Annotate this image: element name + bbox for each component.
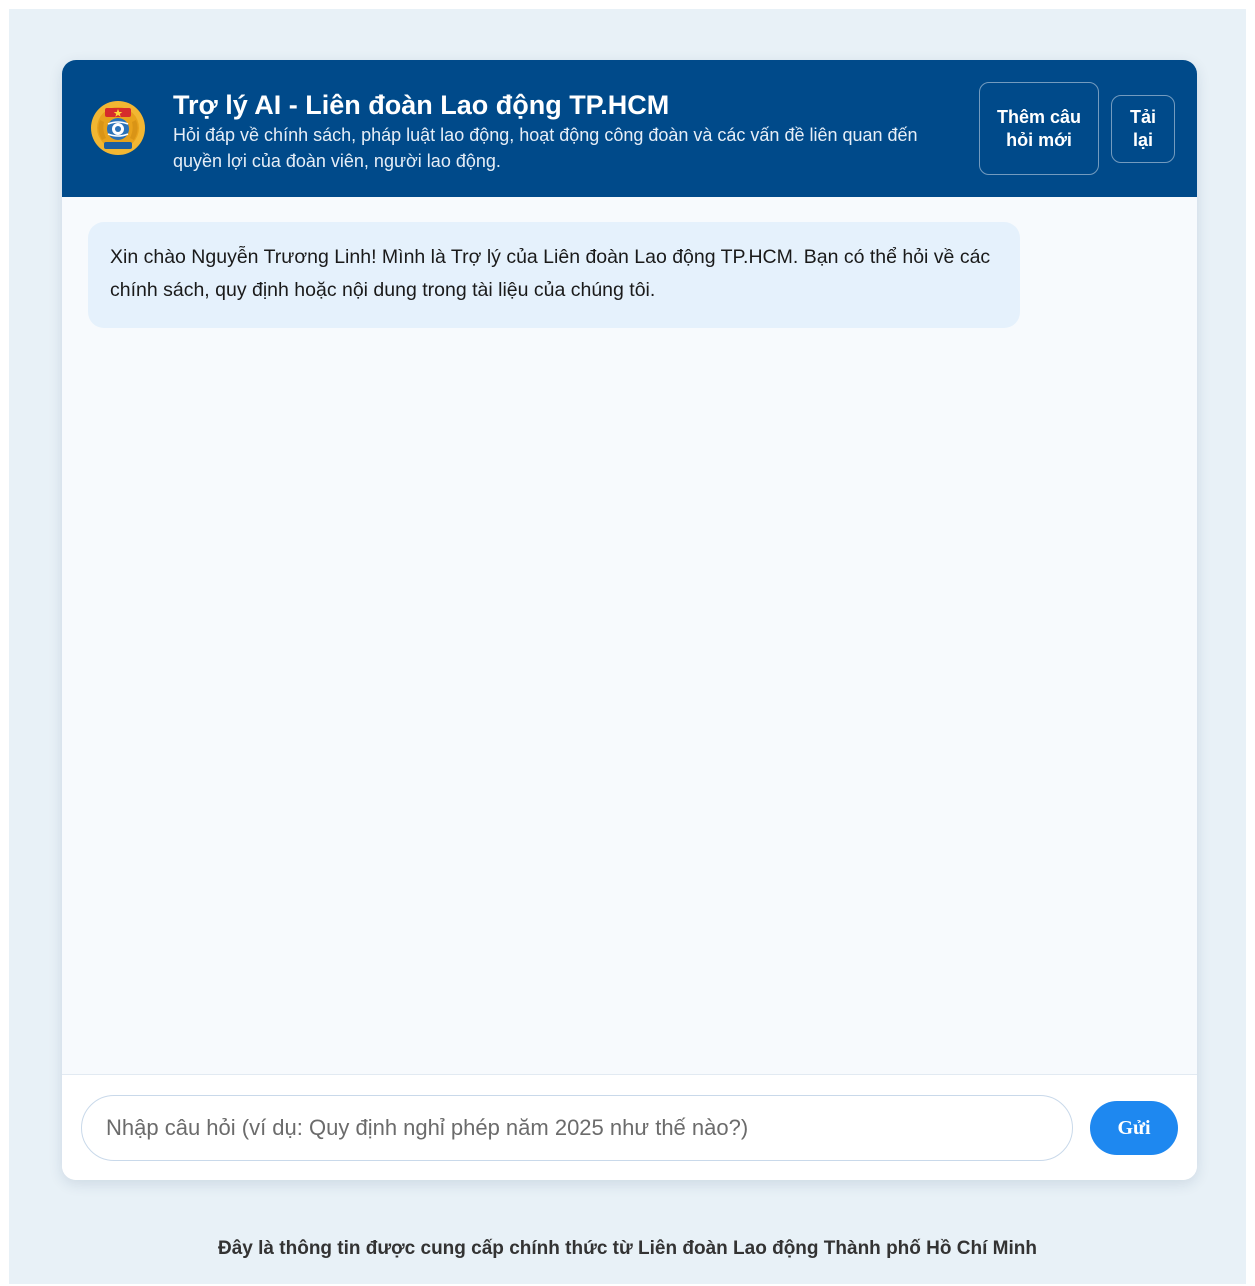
header-text-block: Trợ lý AI - Liên đoàn Lao động TP.HCM Hỏ…: [173, 88, 963, 174]
message-list[interactable]: Xin chào Nguyễn Trương Linh! Mình là Trợ…: [62, 197, 1197, 1074]
reload-button[interactable]: Tải lại: [1111, 95, 1175, 163]
page-subtitle: Hỏi đáp về chính sách, pháp luật lao độn…: [173, 125, 918, 171]
chat-header: Trợ lý AI - Liên đoàn Lao động TP.HCM Hỏ…: [62, 60, 1197, 197]
chat-window: Trợ lý AI - Liên đoàn Lao động TP.HCM Hỏ…: [62, 60, 1197, 1180]
assistant-message-bubble: Xin chào Nguyễn Trương Linh! Mình là Trợ…: [88, 222, 1020, 328]
footer-note: Đây là thông tin được cung cấp chính thứ…: [218, 1238, 1037, 1259]
question-input[interactable]: [81, 1095, 1073, 1161]
message-composer: Gửi: [62, 1074, 1197, 1180]
trade-union-emblem-icon: [91, 101, 145, 155]
page-title: Trợ lý AI - Liên đoàn Lao động TP.HCM: [173, 90, 670, 120]
page-background: Trợ lý AI - Liên đoàn Lao động TP.HCM Hỏ…: [9, 9, 1246, 1284]
send-button[interactable]: Gửi: [1090, 1101, 1178, 1155]
new-question-button[interactable]: Thêm câu hỏi mới: [979, 82, 1099, 175]
